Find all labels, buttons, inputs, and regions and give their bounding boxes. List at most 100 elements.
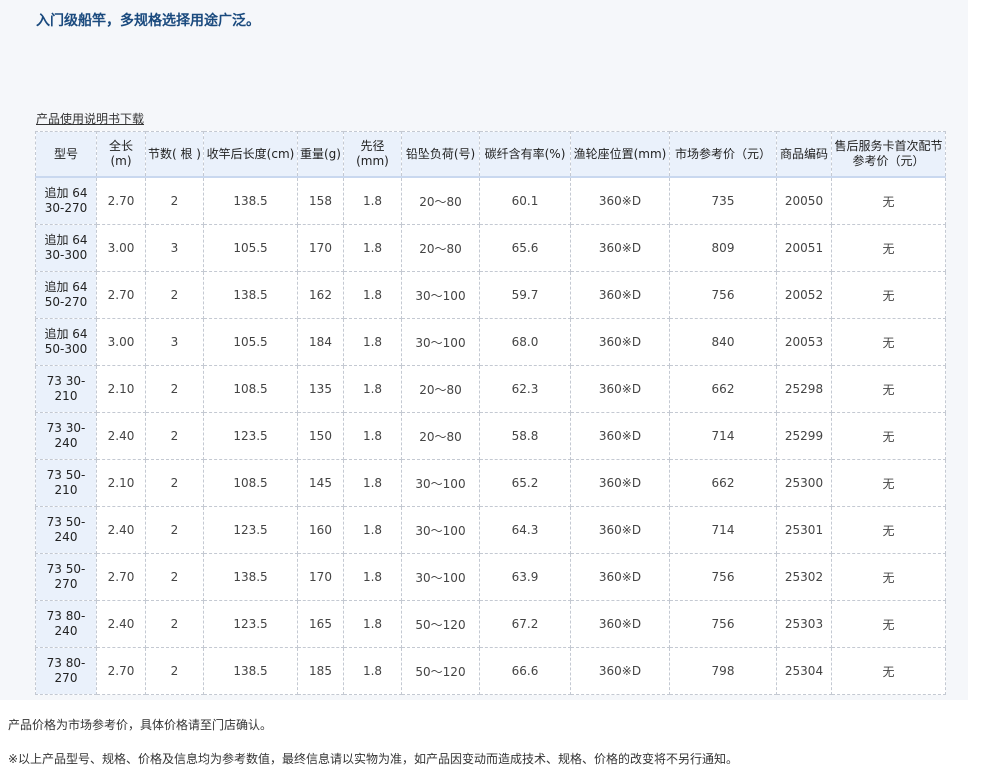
table-cell: 1.8 xyxy=(343,459,402,507)
table-cell: 2 xyxy=(145,647,204,695)
table-cell: 60.1 xyxy=(479,176,571,225)
table-row: 追加 64 50-270 2.70 2 138.5 162 1.8 30～100 59.7 36… xyxy=(35,271,946,319)
table-row: 73 50-270 2.70 2 138.5 170 1.8 30～100 63.9 360※D… xyxy=(35,553,946,601)
table-cell: 20～80 xyxy=(401,365,480,413)
table-cell: 714 xyxy=(669,412,777,460)
table-cell: 798 xyxy=(669,647,777,695)
table-cell: 170 xyxy=(297,553,344,601)
model-cell: 73 50-210 xyxy=(35,459,97,507)
model-cell: 追加 64 50-270 xyxy=(35,271,97,319)
table-cell: 25300 xyxy=(776,459,832,507)
table-cell: 2.40 xyxy=(96,412,146,460)
table-cell: 145 xyxy=(297,459,344,507)
table-cell: 162 xyxy=(297,271,344,319)
table-row: 73 50-210 2.10 2 108.5 145 1.8 30～100 65.2 360※D… xyxy=(35,459,946,507)
table-cell: 360※D xyxy=(570,647,670,695)
table-cell: 2 xyxy=(145,176,204,225)
table-cell: 1.8 xyxy=(343,506,402,554)
table-cell: 无 xyxy=(831,176,946,225)
table-cell: 756 xyxy=(669,600,777,648)
table-cell: 30～100 xyxy=(401,459,480,507)
table-cell: 840 xyxy=(669,318,777,366)
table-cell: 662 xyxy=(669,365,777,413)
table-cell: 138.5 xyxy=(203,271,298,319)
column-header: 渔轮座位置(mm) xyxy=(570,131,670,178)
table-cell: 138.5 xyxy=(203,553,298,601)
table-cell: 108.5 xyxy=(203,365,298,413)
manual-download-link[interactable]: 产品使用说明书下载 xyxy=(36,110,144,127)
price-footnote: 产品价格为市场参考价，具体价格请至门店确认。 xyxy=(8,718,273,732)
table-cell: 160 xyxy=(297,506,344,554)
table-cell: 150 xyxy=(297,412,344,460)
table-cell: 1.8 xyxy=(343,365,402,413)
model-cell: 追加 64 50-300 xyxy=(35,318,97,366)
column-header: 收竿后长度(cm) xyxy=(203,131,298,178)
table-cell: 20053 xyxy=(776,318,832,366)
column-header: 售后服务卡首次配节参考价（元） xyxy=(831,131,946,178)
table-cell: 25303 xyxy=(776,600,832,648)
table-cell: 1.8 xyxy=(343,647,402,695)
table-cell: 105.5 xyxy=(203,224,298,272)
table-cell: 3.00 xyxy=(96,318,146,366)
table-cell: 735 xyxy=(669,176,777,225)
model-cell: 73 50-270 xyxy=(35,553,97,601)
column-header: 节数( 根 ) xyxy=(145,131,204,178)
table-cell: 123.5 xyxy=(203,506,298,554)
column-header: 碳纤含有率(%) xyxy=(479,131,571,178)
table-cell: 108.5 xyxy=(203,459,298,507)
table-cell: 1.8 xyxy=(343,553,402,601)
table-cell: 64.3 xyxy=(479,506,571,554)
table-cell: 无 xyxy=(831,506,946,554)
table-cell: 2.10 xyxy=(96,459,146,507)
table-cell: 360※D xyxy=(570,271,670,319)
table-cell: 138.5 xyxy=(203,176,298,225)
table-cell: 360※D xyxy=(570,224,670,272)
table-cell: 360※D xyxy=(570,365,670,413)
table-cell: 158 xyxy=(297,176,344,225)
table-header-row: 型号 全长(m) 节数( 根 ) 收竿后长度(cm) 重量(g) 先径(mm) 铅坠负荷(号… xyxy=(35,131,946,178)
table-row: 追加 64 30-300 3.00 3 105.5 170 1.8 20～80 65.6 360… xyxy=(35,224,946,272)
table-cell: 2 xyxy=(145,412,204,460)
disclaimer-footnote: ※以上产品型号、规格、价格及信息均为参考数值，最终信息请以实物为准，如产品因变动… xyxy=(8,752,739,766)
table-cell: 2.10 xyxy=(96,365,146,413)
table-cell: 无 xyxy=(831,647,946,695)
table-cell: 59.7 xyxy=(479,271,571,319)
table-cell: 1.8 xyxy=(343,176,402,225)
table-cell: 25302 xyxy=(776,553,832,601)
table-cell: 2 xyxy=(145,365,204,413)
table-cell: 3 xyxy=(145,224,204,272)
table-cell: 1.8 xyxy=(343,600,402,648)
table-cell: 30～100 xyxy=(401,506,480,554)
table-cell: 63.9 xyxy=(479,553,571,601)
column-header: 铅坠负荷(号) xyxy=(401,131,480,178)
table-cell: 无 xyxy=(831,224,946,272)
table-row: 73 30-210 2.10 2 108.5 135 1.8 20～80 62.3 360※D 6… xyxy=(35,365,946,413)
table-cell: 20052 xyxy=(776,271,832,319)
column-header: 商品编码 xyxy=(776,131,832,178)
table-row: 73 30-240 2.40 2 123.5 150 1.8 20～80 58.8 360※D 7… xyxy=(35,412,946,460)
table-cell: 2 xyxy=(145,506,204,554)
table-cell: 360※D xyxy=(570,318,670,366)
table-cell: 2 xyxy=(145,600,204,648)
table-cell: 2 xyxy=(145,271,204,319)
spec-table: 型号 全长(m) 节数( 根 ) 收竿后长度(cm) 重量(g) 先径(mm) 铅坠负荷(号… xyxy=(35,131,946,695)
model-cell: 73 30-240 xyxy=(35,412,97,460)
table-cell: 无 xyxy=(831,600,946,648)
model-cell: 73 80-270 xyxy=(35,647,97,695)
model-cell: 追加 64 30-300 xyxy=(35,224,97,272)
column-header: 型号 xyxy=(35,131,97,178)
table-cell: 68.0 xyxy=(479,318,571,366)
table-cell: 138.5 xyxy=(203,647,298,695)
model-cell: 追加 64 30-270 xyxy=(35,176,97,225)
table-cell: 2 xyxy=(145,459,204,507)
column-header: 先径(mm) xyxy=(343,131,402,178)
table-cell: 2.70 xyxy=(96,271,146,319)
table-cell: 105.5 xyxy=(203,318,298,366)
table-row: 追加 64 30-270 2.70 2 138.5 158 1.8 20～80 60.1 360… xyxy=(35,176,946,225)
table-cell: 50～120 xyxy=(401,647,480,695)
table-cell: 1.8 xyxy=(343,412,402,460)
table-cell: 30～100 xyxy=(401,271,480,319)
table-cell: 2.70 xyxy=(96,176,146,225)
table-cell: 184 xyxy=(297,318,344,366)
table-cell: 3.00 xyxy=(96,224,146,272)
